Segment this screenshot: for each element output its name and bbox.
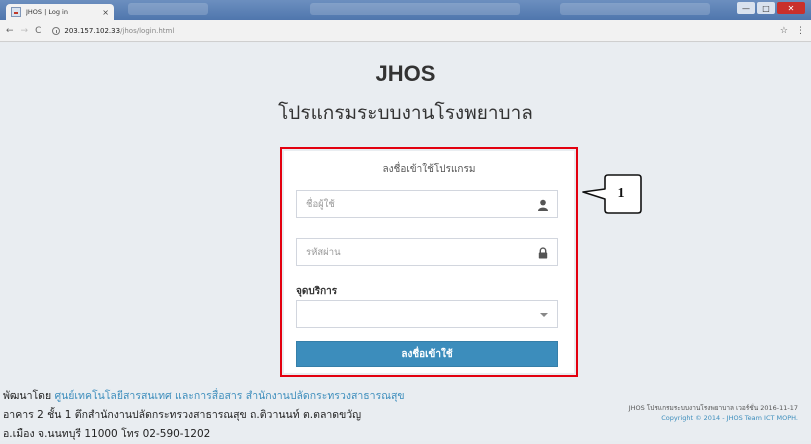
footer-developer-line: พัฒนาโดย ศูนย์เทคโนโลยีสารสนเทศ และการสื…	[3, 387, 405, 406]
back-button[interactable]: ←	[6, 26, 14, 36]
login-heading: ลงชื่อเข้าใช้โปรแกรม	[382, 164, 476, 175]
callout-number: 1	[617, 186, 625, 201]
username-input[interactable]	[297, 191, 517, 217]
app-subtitle: โปรแกรมระบบงานโรงพยาบาล	[278, 102, 533, 124]
blurred-window-title	[310, 3, 520, 15]
favicon-icon	[11, 7, 21, 17]
browser-tab-bar: JHOS | Log in × — □ ✕	[0, 0, 811, 20]
caret-down-icon[interactable]	[540, 313, 548, 317]
info-icon[interactable]	[52, 26, 61, 35]
forward-button[interactable]: →	[21, 26, 29, 36]
tab-title: JHOS | Log in	[26, 8, 68, 16]
version-text: JHOS โปรแกรมระบบงานโรงพยาบาล เวอร์ชั่น 2…	[628, 404, 798, 412]
browser-tab[interactable]: JHOS | Log in ×	[6, 4, 114, 20]
browser-menu-icon[interactable]: ⋮	[796, 26, 805, 36]
copyright-link[interactable]: Copyright © 2014 - JHOS Team ICT MOPH.	[629, 413, 798, 423]
login-box: ลงชื่อเข้าใช้โปรแกรม จุดบริการ ลงชื่อเข้…	[284, 151, 574, 373]
url-host: 203.157.102.33	[64, 26, 121, 35]
bookmark-star-icon[interactable]: ☆	[780, 26, 788, 36]
username-field[interactable]	[296, 190, 558, 218]
password-field[interactable]	[296, 238, 558, 266]
developer-link[interactable]: ศูนย์เทคโนโลยีสารสนเทศ และการสื่อสาร สำน…	[54, 390, 404, 402]
footer-contact: พัฒนาโดย ศูนย์เทคโนโลยีสารสนเทศ และการสื…	[3, 387, 405, 444]
url-path: /jhos/login.html	[120, 26, 175, 35]
lock-icon	[538, 247, 548, 259]
blurred-tab	[128, 3, 208, 15]
footer-address-line2: อ.เมือง จ.นนทบุรี 11000 โทร 02-590-1202	[3, 428, 211, 440]
blurred-region	[560, 3, 710, 15]
minimize-button[interactable]: —	[737, 2, 755, 14]
maximize-button[interactable]: □	[757, 2, 775, 14]
window-close-button[interactable]: ✕	[777, 2, 805, 14]
login-button[interactable]: ลงชื่อเข้าใช้	[296, 341, 558, 367]
url-field[interactable]: 203.157.102.33/jhos/login.html	[48, 23, 772, 39]
window-controls: — □ ✕	[737, 2, 805, 14]
service-point-label: จุดบริการ	[296, 286, 338, 297]
page-content: JHOS โปรแกรมระบบงานโรงพยาบาล ลงชื่อเข้าใ…	[0, 43, 811, 441]
user-icon	[538, 199, 548, 211]
reload-button[interactable]: C	[35, 26, 41, 36]
tab-close-icon[interactable]: ×	[102, 8, 109, 17]
password-input[interactable]	[297, 239, 517, 265]
footer-version: JHOS โปรแกรมระบบงานโรงพยาบาล เวอร์ชั่น 2…	[629, 403, 798, 423]
app-title: JHOS	[375, 61, 436, 86]
footer-address-line1: อาคาร 2 ชั้น 1 ตึกสำนักงานปลัดกระทรวงสาธ…	[3, 409, 362, 421]
service-point-select[interactable]	[296, 300, 558, 328]
developed-by-label: พัฒนาโดย	[3, 390, 55, 402]
address-bar: ← → C 203.157.102.33/jhos/login.html ☆ ⋮	[0, 20, 811, 42]
